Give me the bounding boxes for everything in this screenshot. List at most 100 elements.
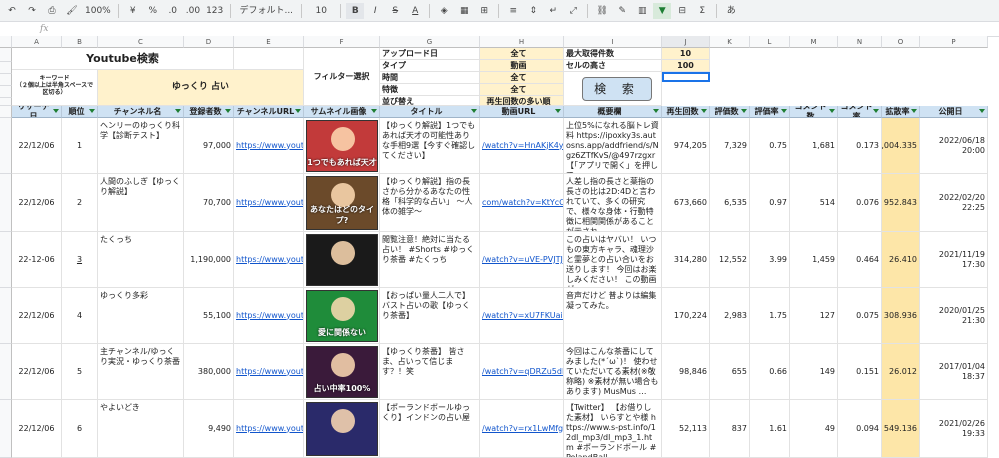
- italic-button[interactable]: I: [366, 3, 384, 19]
- merge-icon[interactable]: ⊞: [475, 3, 493, 19]
- column-header-b[interactable]: B: [62, 36, 98, 48]
- column-header-g[interactable]: G: [380, 36, 480, 48]
- row-header[interactable]: [0, 118, 12, 174]
- column-header-m[interactable]: M: [790, 36, 838, 48]
- filter-icon[interactable]: ▼: [653, 2, 672, 19]
- filter-time-value-dropdown[interactable]: 全て: [480, 72, 564, 84]
- row-header[interactable]: [0, 48, 12, 62]
- filter-upload-value-dropdown[interactable]: 全て: [480, 48, 564, 60]
- font-size-select[interactable]: 10: [307, 3, 335, 19]
- decrease-decimal-button[interactable]: .0: [164, 3, 182, 19]
- filter-toggle-icon[interactable]: [741, 109, 747, 113]
- filter-sort-value-dropdown[interactable]: 再生回数の多い順: [480, 96, 564, 106]
- selected-cell[interactable]: [662, 72, 710, 82]
- column-header-a[interactable]: A: [12, 36, 62, 48]
- row-header[interactable]: [0, 232, 12, 288]
- redo-icon[interactable]: ↷: [23, 3, 41, 19]
- column-header-h[interactable]: H: [480, 36, 564, 48]
- filter-toggle-icon[interactable]: [471, 109, 477, 113]
- filter-type-value-dropdown[interactable]: 動画: [480, 60, 564, 72]
- percent-button[interactable]: %: [144, 3, 162, 19]
- cell-video[interactable]: com/watch?v=KtYcOLT_6I: [480, 174, 564, 232]
- align-vertical-icon[interactable]: ⇕: [524, 3, 542, 19]
- row-header[interactable]: [0, 62, 12, 74]
- input-tools-button[interactable]: あ: [722, 3, 740, 19]
- column-header-j[interactable]: J: [662, 36, 710, 48]
- cell-url[interactable]: https://www.youtube.: [234, 232, 304, 288]
- cell-url[interactable]: https://www.youtube.: [234, 288, 304, 344]
- row-header[interactable]: [0, 86, 12, 98]
- filter-toggle-icon[interactable]: [829, 109, 835, 113]
- cell-url[interactable]: https://www.youtube.: [234, 400, 304, 458]
- filter-toggle-icon[interactable]: [701, 109, 707, 113]
- paint-format-icon[interactable]: 🖌: [63, 3, 81, 19]
- cell-url[interactable]: https://www.youtube.: [234, 344, 304, 400]
- text-wrap-icon[interactable]: ↵: [544, 3, 562, 19]
- filter-feature-value-dropdown[interactable]: 全て: [480, 84, 564, 96]
- print-icon[interactable]: ⎙: [43, 3, 61, 19]
- thumbnail-caption: 愛に関係ない: [318, 328, 366, 337]
- cell-url[interactable]: https://www.youtube.: [234, 118, 304, 174]
- column-header-n[interactable]: N: [838, 36, 882, 48]
- filter-toggle-icon[interactable]: [979, 109, 985, 113]
- row-header[interactable]: [0, 106, 12, 118]
- filter-toggle-icon[interactable]: [781, 109, 787, 113]
- cell-video[interactable]: /watch?v=rx1LwMfga2A: [480, 400, 564, 458]
- functions-icon[interactable]: Σ: [693, 3, 711, 19]
- filter-toggle-icon[interactable]: [225, 109, 231, 113]
- row-header[interactable]: [0, 74, 12, 86]
- keyword-input[interactable]: ゆっくり 占い: [98, 70, 304, 106]
- link-icon[interactable]: ⛓: [593, 3, 611, 19]
- filter-toggle-icon[interactable]: [175, 109, 181, 113]
- column-header-c[interactable]: C: [98, 36, 184, 48]
- cell-video[interactable]: /watch?v=qDRZu5dHDRw: [480, 344, 564, 400]
- fill-color-icon[interactable]: ◈: [435, 3, 453, 19]
- text-color-button[interactable]: A: [406, 3, 424, 19]
- column-header-d[interactable]: D: [184, 36, 234, 48]
- align-left-icon[interactable]: ≡: [504, 3, 522, 19]
- column-header-i[interactable]: I: [564, 36, 662, 48]
- row-header[interactable]: [0, 98, 12, 106]
- currency-button[interactable]: ¥: [124, 3, 142, 19]
- cell-video[interactable]: /watch?v=HnAKjK4yVSY: [480, 118, 564, 174]
- strikethrough-button[interactable]: S: [386, 3, 404, 19]
- cell-video[interactable]: /watch?v=xU7FKUai5gs: [480, 288, 564, 344]
- filter-toggle-icon[interactable]: [53, 109, 59, 113]
- filter-toggle-icon[interactable]: [911, 109, 917, 113]
- row-header[interactable]: [0, 400, 12, 458]
- filter-toggle-icon[interactable]: [295, 109, 301, 113]
- row-header[interactable]: [0, 344, 12, 400]
- filter-toggle-icon[interactable]: [653, 109, 659, 113]
- row-header[interactable]: [0, 288, 12, 344]
- search-button[interactable]: 検 索: [582, 77, 652, 101]
- cell-height-value[interactable]: 100: [662, 60, 710, 72]
- borders-icon[interactable]: ▦: [455, 3, 473, 19]
- chart-icon[interactable]: ▥: [633, 3, 651, 19]
- column-header-f[interactable]: F: [304, 36, 380, 48]
- comment-icon[interactable]: ✎: [613, 3, 631, 19]
- row-header[interactable]: [0, 174, 12, 232]
- formula-input[interactable]: [70, 23, 999, 35]
- filter-toggle-icon[interactable]: [89, 109, 95, 113]
- filter-views-icon[interactable]: ⊟: [673, 3, 691, 19]
- cell-video[interactable]: /watch?v=uVE-PVJTJCM: [480, 232, 564, 288]
- column-header-o[interactable]: O: [882, 36, 920, 48]
- filter-toggle-icon[interactable]: [371, 109, 377, 113]
- max-count-value[interactable]: 10: [662, 48, 710, 60]
- filter-toggle-icon[interactable]: [555, 109, 561, 113]
- increase-decimal-button[interactable]: .00: [184, 3, 202, 19]
- zoom-select[interactable]: 100%: [83, 3, 113, 19]
- column-header-k[interactable]: K: [710, 36, 750, 48]
- corner-cell[interactable]: [0, 36, 12, 48]
- column-header-e[interactable]: E: [234, 36, 304, 48]
- bold-button[interactable]: B: [346, 2, 365, 19]
- column-header-l[interactable]: L: [750, 36, 790, 48]
- column-header-p[interactable]: P: [920, 36, 988, 48]
- font-select[interactable]: デフォルト...: [236, 3, 296, 19]
- format-select[interactable]: 123: [204, 3, 225, 19]
- text-rotate-icon[interactable]: ⤢: [564, 3, 582, 19]
- cell-url[interactable]: https://www.youtube.: [234, 174, 304, 232]
- undo-icon[interactable]: ↶: [3, 3, 21, 19]
- cell-date: 22/12/06: [12, 400, 62, 458]
- filter-toggle-icon[interactable]: [873, 109, 879, 113]
